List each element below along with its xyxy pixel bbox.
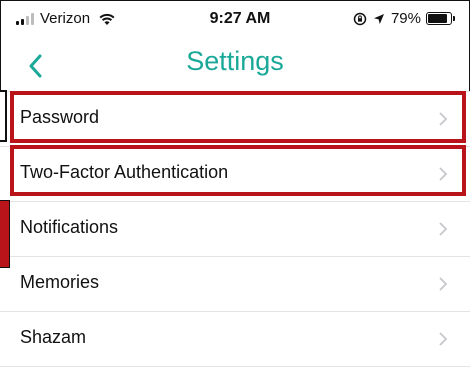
settings-item-shazam[interactable]: Shazam (0, 312, 470, 367)
settings-item-label: Shazam (20, 327, 87, 347)
chevron-right-icon (439, 112, 448, 126)
status-right: 79% (353, 10, 455, 27)
chevron-right-icon (439, 277, 448, 291)
status-bar: Verizon 9:27 AM 79% (0, 0, 470, 42)
edge-marker-red (0, 200, 10, 268)
chevron-right-icon (439, 222, 448, 236)
edge-marker (0, 90, 7, 142)
signal-icon (16, 12, 34, 25)
carrier-name: Verizon (40, 10, 91, 27)
wifi-icon (99, 13, 115, 25)
settings-item-label: Memories (20, 272, 100, 292)
status-left: Verizon (16, 10, 116, 27)
settings-item-two-factor[interactable]: Two-Factor Authentication (0, 147, 470, 202)
settings-item-label: Notifications (20, 217, 119, 237)
settings-list: Password Two-Factor Authentication Notif… (0, 91, 470, 367)
chevron-right-icon (439, 167, 448, 181)
settings-item-password[interactable]: Password (0, 92, 470, 147)
settings-item-notifications[interactable]: Notifications (0, 202, 470, 257)
settings-item-memories[interactable]: Memories (0, 257, 470, 312)
navigation-bar: Settings (0, 42, 470, 90)
chevron-right-icon (439, 332, 448, 346)
battery-percent: 79% (390, 10, 421, 27)
battery-icon (426, 12, 455, 25)
rotation-lock-icon (353, 12, 367, 25)
location-icon (373, 13, 384, 24)
settings-item-label: Two-Factor Authentication (20, 162, 229, 182)
status-time: 9:27 AM (209, 10, 271, 27)
battery-level (428, 14, 447, 23)
settings-item-label: Password (20, 107, 100, 127)
page-title: Settings (186, 46, 284, 76)
